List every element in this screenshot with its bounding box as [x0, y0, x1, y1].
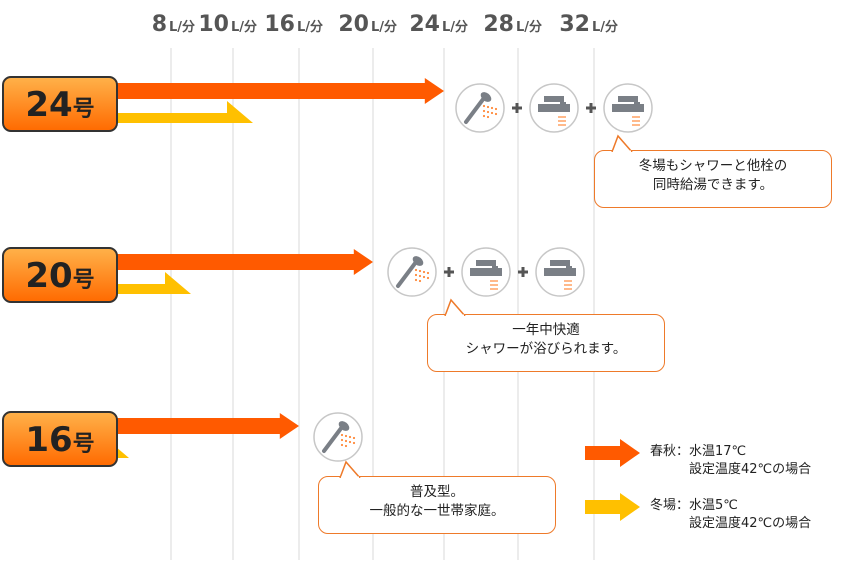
legend-swatch [585, 439, 640, 467]
x-tick-unit: L/分 [231, 19, 257, 35]
annotation-line: シャワーが浴びられます。 [465, 341, 627, 357]
annotation-line: 一般的な一世帯家庭。 [369, 503, 505, 519]
x-tick-value: 8 [152, 12, 167, 37]
x-tick-labels: 8 L/分 10 L/分 16 L/分 20 L/分 24 L/分 28 L/分 32 L/分 [152, 12, 618, 37]
faucet-icon [603, 83, 653, 133]
bar-winter [116, 272, 191, 294]
annotation-bubble: 冬場もシャワーと他栓の 同時給湯できます。 [594, 150, 832, 208]
annotation-bubble: 普及型。一般的な一世帯家庭。 [318, 476, 556, 534]
x-tick-value: 28 [483, 12, 514, 37]
legend-marks [585, 439, 640, 521]
x-tick-value: 10 [198, 12, 229, 37]
x-tick-unit: L/分 [442, 19, 468, 35]
legend-label: 春秋：水温17℃ 設定温度42℃の場合 [650, 444, 812, 477]
bubble-tail [444, 298, 466, 316]
annotation-line: 普及型。 [410, 484, 464, 500]
x-tick-unit: L/分 [516, 19, 542, 35]
x-tick-unit: L/分 [592, 19, 618, 35]
bubble-tail [339, 460, 361, 478]
shower-icon [387, 247, 437, 297]
shower-icon [455, 83, 505, 133]
plus-icon [518, 267, 528, 277]
bar-winter [116, 101, 253, 123]
plus-icon [512, 103, 522, 113]
x-tick-value: 16 [264, 12, 295, 37]
legend-label: 冬場：水温5℃ 設定温度42℃の場合 [650, 498, 812, 531]
bubble-tail [611, 134, 633, 152]
annotation-line: 冬場もシャワーと他栓の [638, 158, 788, 174]
category-badges: 24号20号16号 [2, 76, 118, 467]
x-tick-value: 24 [409, 12, 440, 37]
plus-icon [444, 267, 454, 277]
annotation-line: 同時給湯できます。 [652, 177, 774, 193]
legend-swatch [585, 493, 640, 521]
bar-spring [116, 413, 299, 439]
faucet-icon [461, 247, 511, 297]
faucet-icon [535, 247, 585, 297]
x-tick-unit: L/分 [371, 19, 397, 35]
x-tick-value: 32 [559, 12, 590, 37]
usage-icons [313, 83, 653, 462]
faucet-icon [529, 83, 579, 133]
x-tick-unit: L/分 [297, 19, 323, 35]
bar-spring [116, 78, 444, 104]
bar-spring [116, 249, 373, 275]
annotation-line: 一年中快適 [512, 322, 580, 338]
shower-icon [313, 412, 363, 462]
annotation-bubble: 一年中快適シャワーが浴びられます。 [427, 314, 665, 372]
x-tick-value: 20 [338, 12, 369, 37]
x-tick-unit: L/分 [169, 19, 195, 35]
